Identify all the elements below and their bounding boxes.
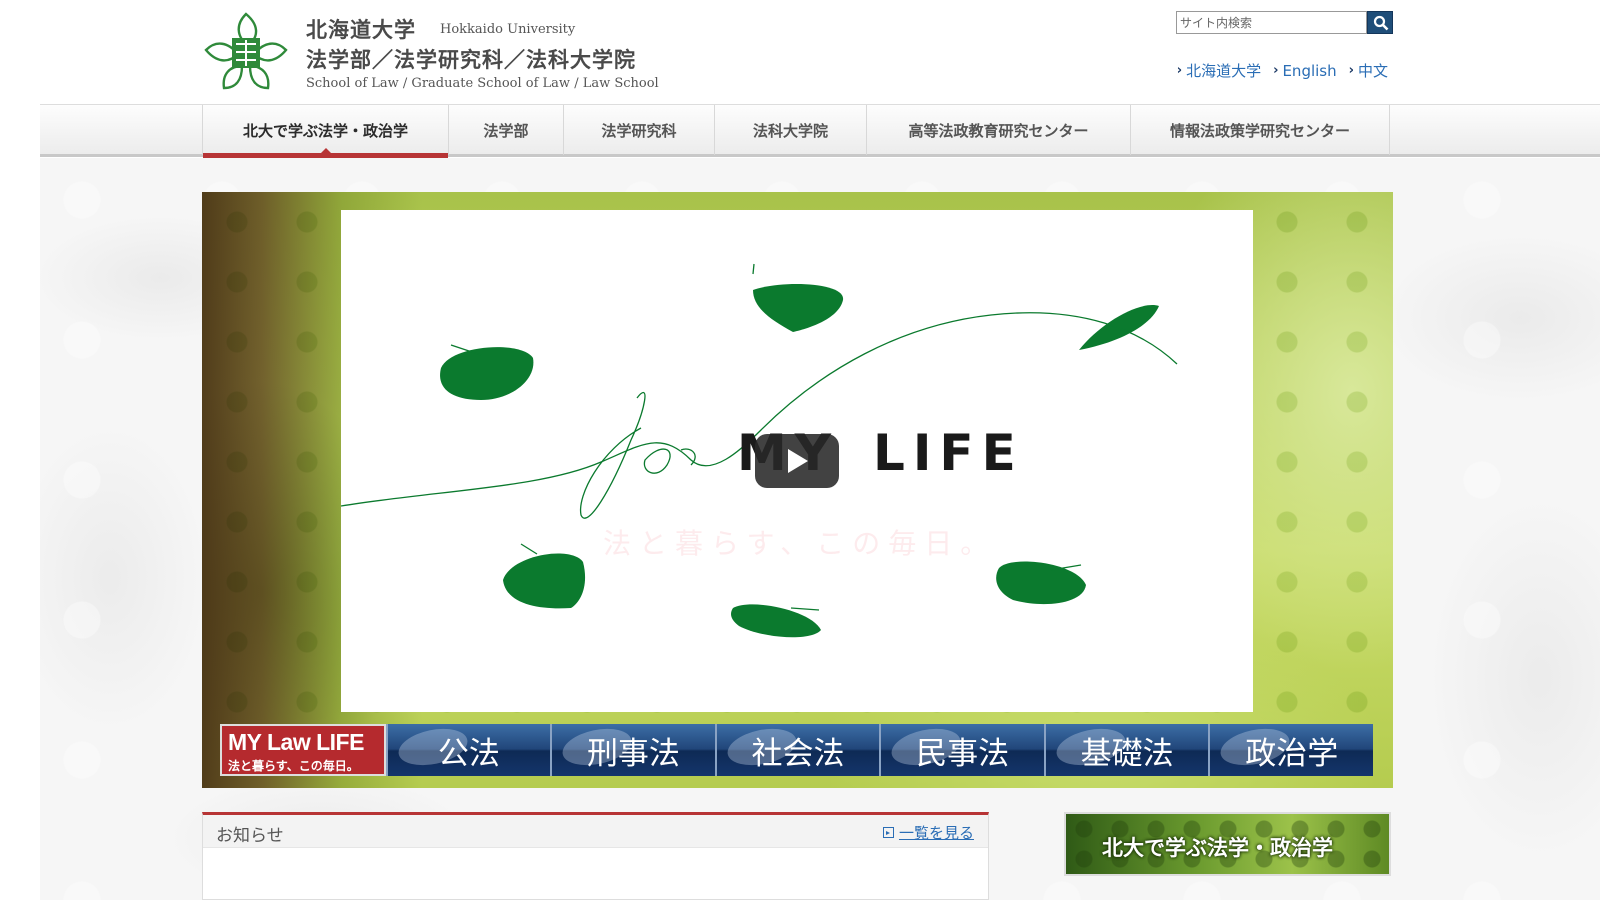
hero-banner: 法と暮らす、この毎日。 MYLIFE MY Law LIFE 法と暮らす、この毎… xyxy=(202,192,1393,788)
side-banner-law-politics[interactable]: 北大で学ぶ法学・政治学 xyxy=(1064,812,1391,876)
leaf-shape xyxy=(440,347,534,400)
header-links: › 北海道大学 › English › 中文 xyxy=(1177,60,1388,81)
search-button[interactable] xyxy=(1367,11,1393,34)
chevron-right-icon: › xyxy=(1273,63,1279,78)
category-basic-law[interactable]: 基礎法 xyxy=(1043,724,1209,776)
category-public-law[interactable]: 公法 xyxy=(385,724,551,776)
leaf-shape xyxy=(753,284,844,332)
chevron-right-icon: › xyxy=(1348,63,1354,78)
my-law-life-banner[interactable]: MY Law LIFE 法と暮らす、この毎日。 xyxy=(220,724,386,776)
category-political-science[interactable]: 政治学 xyxy=(1208,724,1374,776)
category-bar: MY Law LIFE 法と暮らす、この毎日。 公法 刑事法 社会法 民事法 基… xyxy=(220,724,1374,776)
link-hokkaido-university[interactable]: › 北海道大学 xyxy=(1177,60,1261,81)
site-header: 北海道大学 Hokkaido University 法学部／法学研究科／法科大学… xyxy=(0,0,1600,104)
link-english[interactable]: › English xyxy=(1273,60,1337,81)
arrow-box-icon xyxy=(882,827,894,838)
search-icon xyxy=(1373,15,1389,31)
site-search xyxy=(1176,11,1393,34)
news-panel: お知らせ 一覧を見る xyxy=(202,812,989,900)
nav-item-faculty-of-law[interactable]: 法学部 xyxy=(449,105,564,155)
university-name-ja: 北海道大学 xyxy=(306,17,416,42)
news-header: お知らせ 一覧を見る xyxy=(203,815,988,848)
video-subtitle: 法と暮らす、この毎日。 xyxy=(603,527,997,560)
link-chinese[interactable]: › 中文 xyxy=(1349,60,1388,81)
news-more-link[interactable]: 一覧を見る xyxy=(882,822,974,843)
university-name-en: Hokkaido University xyxy=(440,22,576,37)
video-player[interactable]: 法と暮らす、この毎日。 MYLIFE xyxy=(341,210,1253,712)
school-name-ja: 法学部／法学研究科／法科大学院 xyxy=(306,47,636,72)
school-name-en: School of Law / Graduate School of Law /… xyxy=(306,76,659,91)
nav-item-information-law-center[interactable]: 情報法政策学研究センター xyxy=(1131,105,1390,155)
main-nav: 北大で学ぶ法学・政治学 法学部 法学研究科 法科大学院 高等法政教育研究センター… xyxy=(40,104,1600,158)
nav-item-law-politics[interactable]: 北大で学ぶ法学・政治学 xyxy=(202,105,449,158)
chevron-right-icon: › xyxy=(1176,63,1183,78)
site-logo[interactable]: 北海道大学 Hokkaido University 法学部／法学研究科／法科大学… xyxy=(202,10,722,96)
category-criminal-law[interactable]: 刑事法 xyxy=(550,724,715,776)
nav-item-law-school[interactable]: 法科大学院 xyxy=(715,105,867,155)
leaf-shape xyxy=(996,561,1086,605)
play-button[interactable] xyxy=(755,434,839,488)
leaf-shape xyxy=(503,553,586,609)
news-title: お知らせ xyxy=(216,826,284,846)
university-emblem-icon xyxy=(204,12,288,90)
search-input[interactable] xyxy=(1176,11,1367,34)
category-social-law[interactable]: 社会法 xyxy=(714,724,880,776)
nav-item-advanced-law-center[interactable]: 高等法政教育研究センター xyxy=(867,105,1131,155)
category-civil-law[interactable]: 民事法 xyxy=(879,724,1044,776)
nav-item-graduate-school[interactable]: 法学研究科 xyxy=(564,105,715,155)
